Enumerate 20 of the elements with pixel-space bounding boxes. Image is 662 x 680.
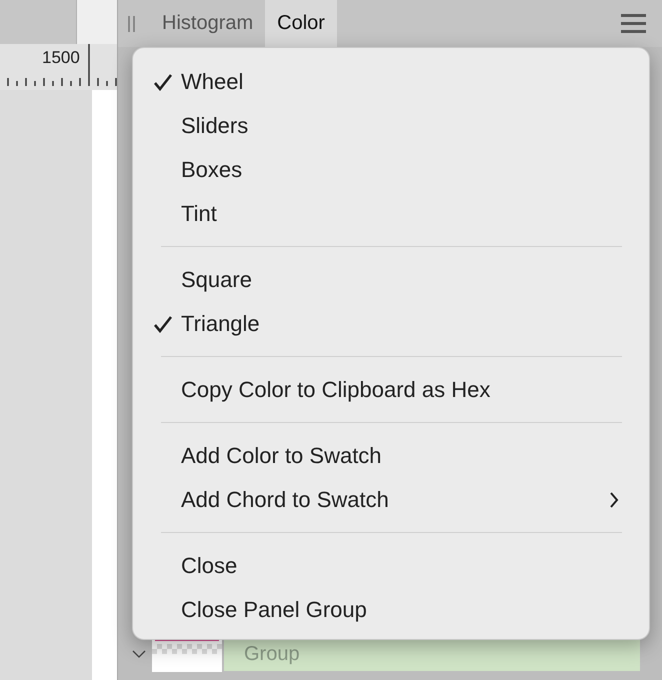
grip-icon[interactable] — [128, 16, 136, 32]
menu-item[interactable]: Tint — [133, 192, 649, 236]
panel-tab[interactable]: Color — [265, 0, 337, 47]
menu-item[interactable]: Copy Color to Clipboard as Hex — [133, 368, 649, 412]
menu-item[interactable]: Wheel — [133, 60, 649, 104]
menu-item[interactable]: Add Chord to Swatch — [133, 478, 649, 522]
checkmark-icon — [153, 315, 173, 333]
menu-item[interactable]: Close Panel Group — [133, 588, 649, 632]
menu-item[interactable]: Triangle — [133, 302, 649, 346]
menu-item[interactable]: Close — [133, 544, 649, 588]
checkmark-icon — [153, 73, 173, 91]
chevron-right-icon — [609, 492, 619, 508]
menu-item[interactable]: Sliders — [133, 104, 649, 148]
menu-item[interactable]: Square — [133, 258, 649, 302]
ruler-label: 1500 — [42, 48, 80, 68]
menu-item[interactable]: Add Color to Swatch — [133, 434, 649, 478]
chevron-icon[interactable] — [132, 649, 146, 659]
menu-item[interactable]: Boxes — [133, 148, 649, 192]
menu-icon[interactable] — [621, 14, 646, 34]
panel-tab[interactable]: Histogram — [150, 0, 266, 47]
